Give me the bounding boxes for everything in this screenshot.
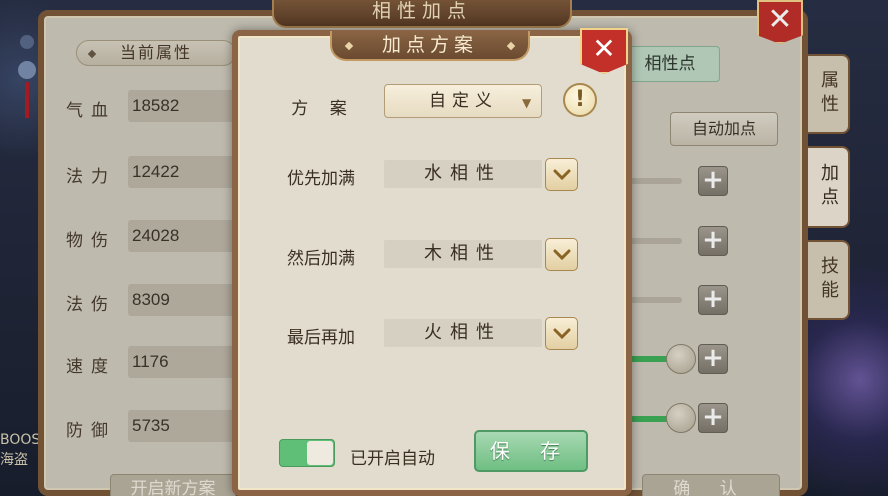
scheme-label: 方 案 <box>291 99 355 119</box>
priority-third-dropdown-button[interactable] <box>545 317 578 350</box>
diamond-icon <box>344 41 354 51</box>
priority-first-label: 优先加满 <box>287 169 355 189</box>
dialog-title: 加点方案 <box>330 31 530 61</box>
scheme-select[interactable]: 自定义 <box>384 84 542 118</box>
auto-toggle[interactable] <box>279 439 335 467</box>
priority-third-value: 火相性 <box>384 319 542 347</box>
priority-first-value: 水相性 <box>384 160 542 188</box>
toggle-knob <box>307 441 333 465</box>
priority-second-dropdown-button[interactable] <box>545 238 578 271</box>
priority-second-value: 木相性 <box>384 240 542 268</box>
chevron-down-icon <box>553 328 570 339</box>
chevron-down-icon <box>553 169 570 180</box>
priority-third-label: 最后再加 <box>287 328 355 348</box>
chevron-down-icon <box>553 249 570 260</box>
caret-down-icon: ▼ <box>522 96 532 110</box>
diamond-icon <box>506 41 516 51</box>
info-icon[interactable]: ! <box>563 83 597 117</box>
auto-toggle-label: 已开启自动 <box>350 449 435 469</box>
dialog-title-text: 加点方案 <box>381 34 478 56</box>
priority-first-dropdown-button[interactable] <box>545 158 578 191</box>
save-button[interactable]: 保 存 <box>474 430 588 472</box>
close-icon: ✕ <box>592 32 616 65</box>
priority-second-label: 然后加满 <box>287 249 355 269</box>
